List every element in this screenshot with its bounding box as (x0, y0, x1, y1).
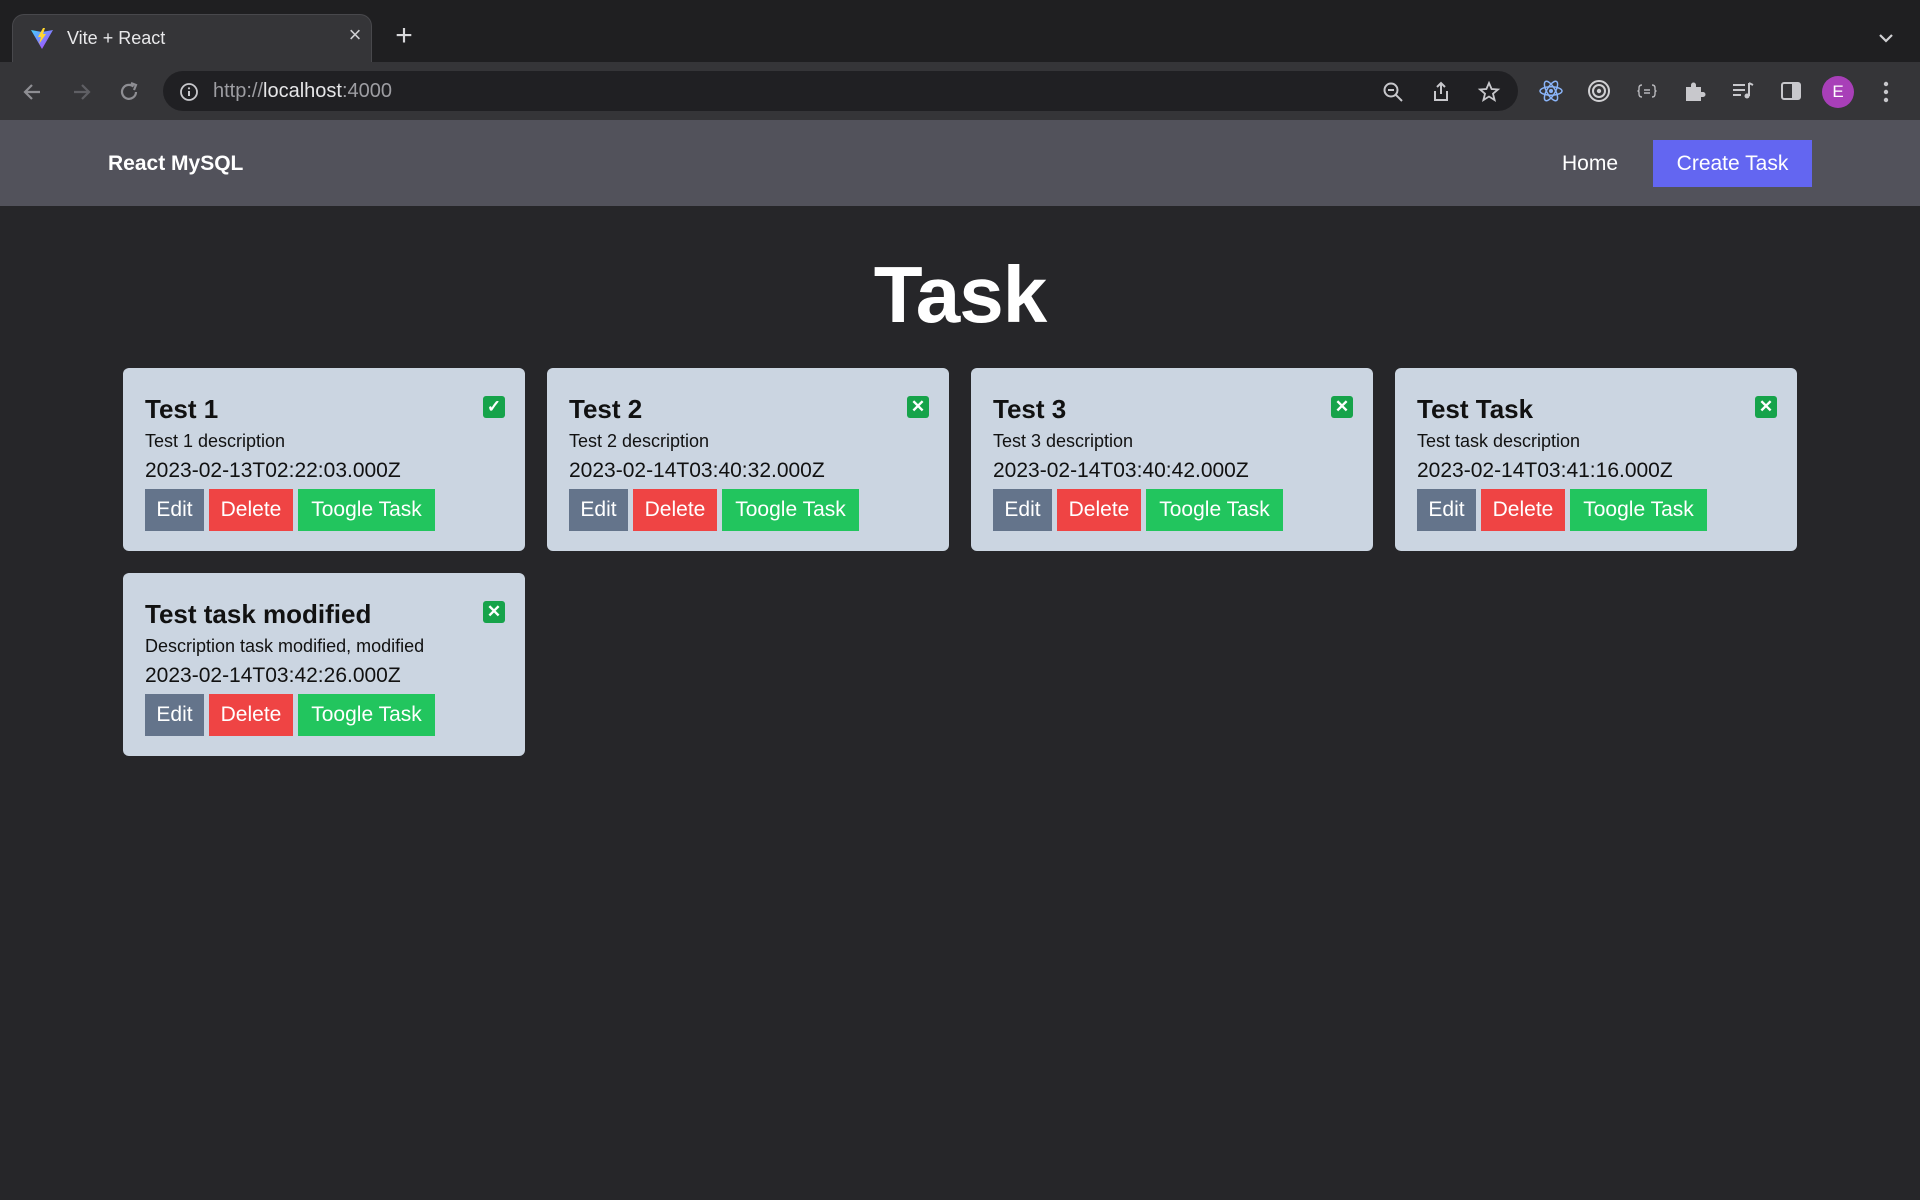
edit-button[interactable]: Edit (993, 489, 1052, 531)
brand-link[interactable]: React MySQL (108, 152, 243, 176)
delete-button[interactable]: Delete (209, 694, 293, 736)
toggle-task-button[interactable]: Toogle Task (298, 489, 435, 531)
vite-logo-icon (31, 28, 53, 49)
plus-icon[interactable]: + (390, 21, 418, 51)
task-date: 2023-02-14T03:42:26.000Z (145, 664, 401, 687)
create-task-button[interactable]: Create Task (1653, 140, 1812, 187)
toggle-task-button[interactable]: Toogle Task (1570, 489, 1707, 531)
task-title: Test 1 (145, 394, 219, 424)
reload-icon[interactable] (114, 77, 144, 107)
task-title: Test 2 (569, 394, 643, 424)
task-date: 2023-02-13T02:22:03.000Z (145, 459, 401, 482)
target-extension-icon[interactable] (1586, 78, 1612, 104)
side-panel-icon[interactable] (1778, 78, 1804, 104)
app-navbar: React MySQL Home Create Task (0, 120, 1920, 206)
task-card: Test 3 ✕ Test 3 description 2023-02-14T0… (971, 368, 1373, 551)
url-host: localhost (263, 80, 342, 102)
code-extension-icon[interactable] (1634, 78, 1660, 104)
task-card: Test 2 ✕ Test 2 description 2023-02-14T0… (547, 368, 949, 551)
delete-button[interactable]: Delete (1057, 489, 1141, 531)
task-description: Test 3 description (993, 431, 1134, 451)
task-date: 2023-02-14T03:41:16.000Z (1417, 459, 1673, 482)
task-card: Test Task ✕ Test task description 2023-0… (1395, 368, 1797, 551)
cross-icon: ✕ (1331, 396, 1353, 418)
url-text: http://localhost:4000 (213, 80, 392, 103)
url-port: :4000 (341, 80, 393, 102)
task-description: Description task modified, modified (145, 636, 425, 656)
browser-tab[interactable]: Vite + React × (12, 14, 372, 63)
share-icon[interactable] (1429, 80, 1453, 104)
task-description: Test 2 description (569, 431, 710, 451)
more-vert-icon[interactable] (1876, 78, 1896, 106)
task-title: Test task modified (145, 599, 372, 629)
puzzle-icon[interactable] (1682, 78, 1708, 104)
home-link[interactable]: Home (1562, 152, 1618, 176)
browser-toolbar: http://localhost:4000 E (0, 62, 1920, 120)
media-control-icon[interactable] (1730, 78, 1756, 104)
task-card: Test task modified ✕ Description task mo… (123, 573, 525, 756)
task-date: 2023-02-14T03:40:32.000Z (569, 459, 825, 482)
zoom-icon[interactable] (1381, 80, 1405, 104)
task-description: Test 1 description (145, 431, 286, 451)
task-card: Test 1 ✓ Test 1 description 2023-02-13T0… (123, 368, 525, 551)
delete-button[interactable]: Delete (1481, 489, 1565, 531)
task-description: Test task description (1417, 431, 1581, 451)
url-scheme: http:// (213, 80, 264, 102)
cross-icon: ✕ (1755, 396, 1777, 418)
browser-tabstrip: Vite + React × + (0, 0, 1920, 63)
delete-button[interactable]: Delete (633, 489, 717, 531)
check-icon: ✓ (483, 396, 505, 418)
delete-button[interactable]: Delete (209, 489, 293, 531)
react-devtools-icon[interactable] (1538, 78, 1564, 104)
cross-icon: ✕ (907, 396, 929, 418)
address-bar[interactable]: http://localhost:4000 (163, 71, 1518, 111)
task-date: 2023-02-14T03:40:42.000Z (993, 459, 1249, 482)
back-arrow-icon[interactable] (18, 77, 48, 107)
edit-button[interactable]: Edit (569, 489, 628, 531)
chevron-down-icon[interactable] (1872, 26, 1900, 50)
task-title: Test Task (1417, 394, 1534, 424)
info-icon[interactable] (179, 82, 199, 102)
edit-button[interactable]: Edit (1417, 489, 1476, 531)
task-title: Test 3 (993, 394, 1067, 424)
page-title: Task (873, 250, 1047, 339)
close-icon[interactable]: × (343, 23, 367, 47)
tab-title: Vite + React (67, 28, 166, 48)
edit-button[interactable]: Edit (145, 694, 204, 736)
profile-avatar[interactable]: E (1822, 76, 1854, 108)
edit-button[interactable]: Edit (145, 489, 204, 531)
forward-arrow-icon[interactable] (66, 77, 96, 107)
toggle-task-button[interactable]: Toogle Task (722, 489, 859, 531)
toggle-task-button[interactable]: Toogle Task (1146, 489, 1283, 531)
toggle-task-button[interactable]: Toogle Task (298, 694, 435, 736)
bookmark-star-icon[interactable] (1477, 80, 1501, 104)
cross-icon: ✕ (483, 601, 505, 623)
